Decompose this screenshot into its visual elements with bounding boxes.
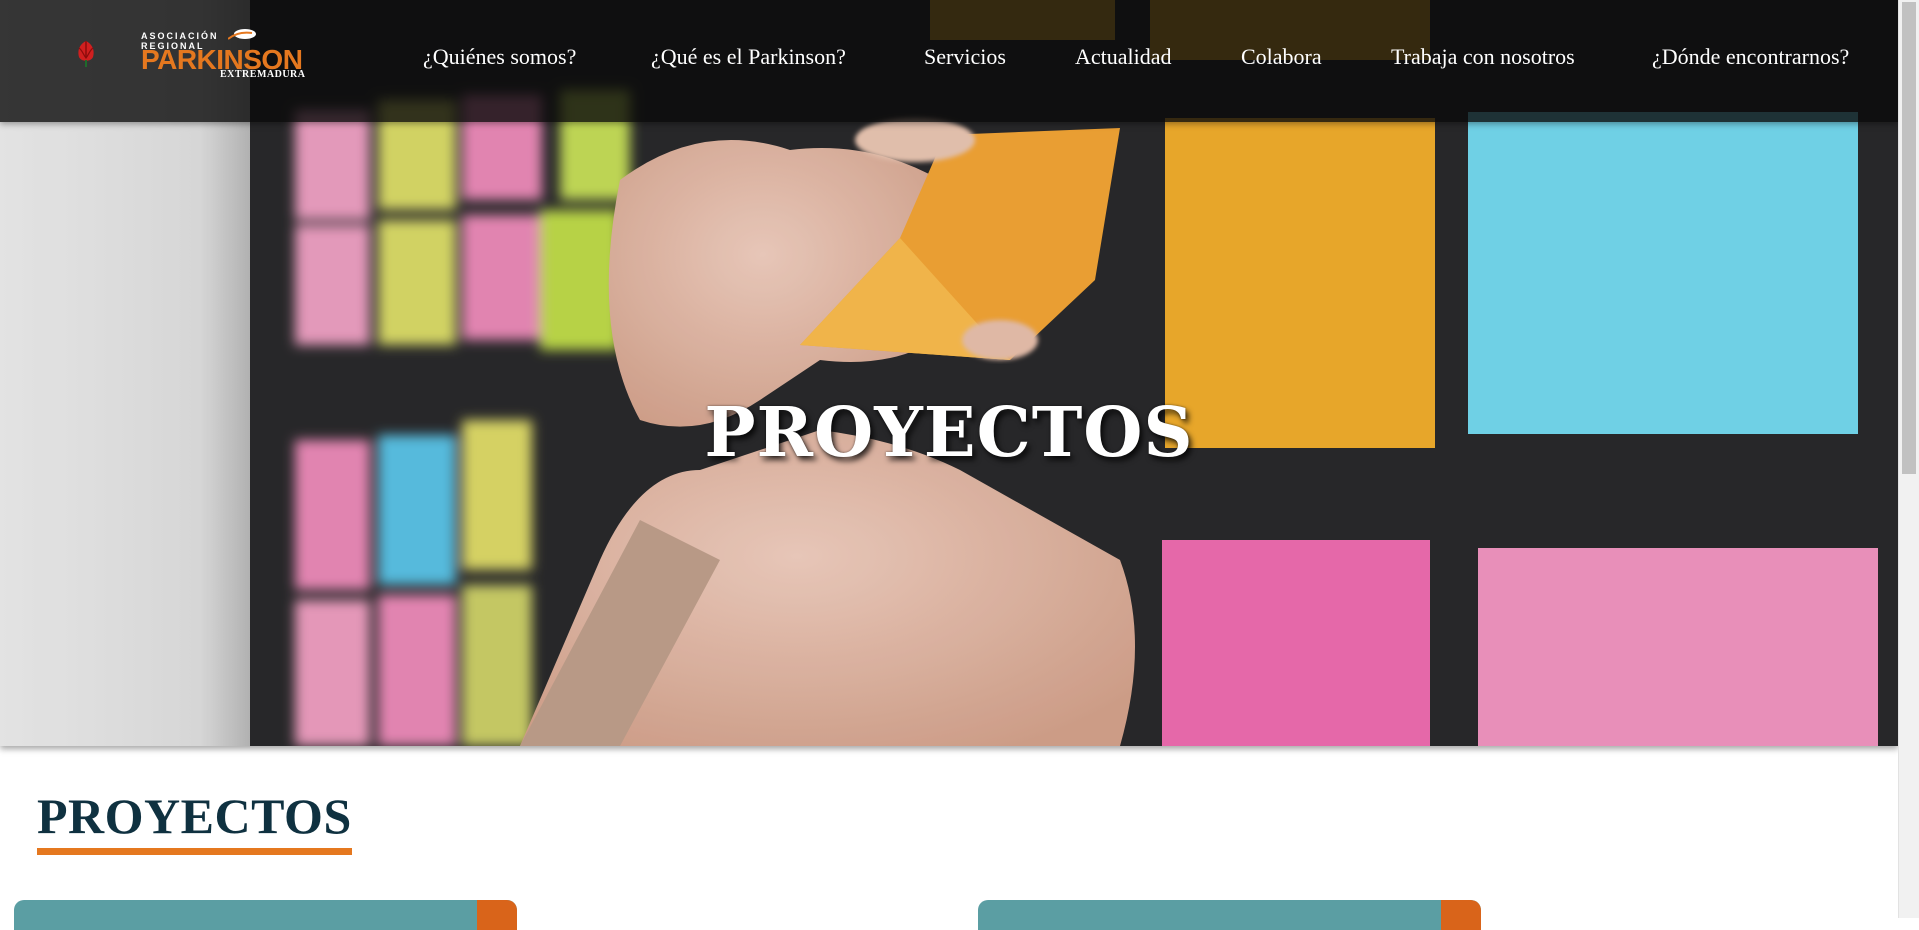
project-card[interactable] <box>978 900 1481 930</box>
logo-line-1: ASOCIACIÓN <box>141 31 219 41</box>
project-card[interactable] <box>14 900 517 930</box>
nav-item-que-es-parkinson[interactable]: ¿Qué es el Parkinson? <box>651 44 846 70</box>
logo-swoosh-icon <box>228 29 256 40</box>
card-accent <box>1441 900 1481 930</box>
logo-sub-text: EXTREMADURA <box>220 69 306 80</box>
nav-item-trabaja-con-nosotros[interactable]: Trabaja con nosotros <box>1391 44 1575 70</box>
scrollbar[interactable] <box>1898 0 1919 918</box>
nav-item-actualidad[interactable]: Actualidad <box>1075 44 1172 70</box>
site-header: ASOCIACIÓN REGIONAL PARKINSON EXTREMADUR… <box>0 0 1898 122</box>
card-accent <box>477 900 517 930</box>
nav-item-donde-encontrarnos[interactable]: ¿Dónde encontrarnos? <box>1652 44 1849 70</box>
section-title: PROYECTOS <box>37 786 352 855</box>
logo[interactable]: ASOCIACIÓN REGIONAL PARKINSON EXTREMADUR… <box>0 0 310 122</box>
scrollbar-thumb[interactable] <box>1902 2 1916 474</box>
hero-title: PROYECTOS <box>704 393 1194 473</box>
nav-item-quienes-somos[interactable]: ¿Quiénes somos? <box>423 44 576 70</box>
tulip-icon <box>78 41 94 67</box>
nav-item-servicios[interactable]: Servicios <box>924 44 1006 70</box>
nav-item-colabora[interactable]: Colabora <box>1241 44 1322 70</box>
